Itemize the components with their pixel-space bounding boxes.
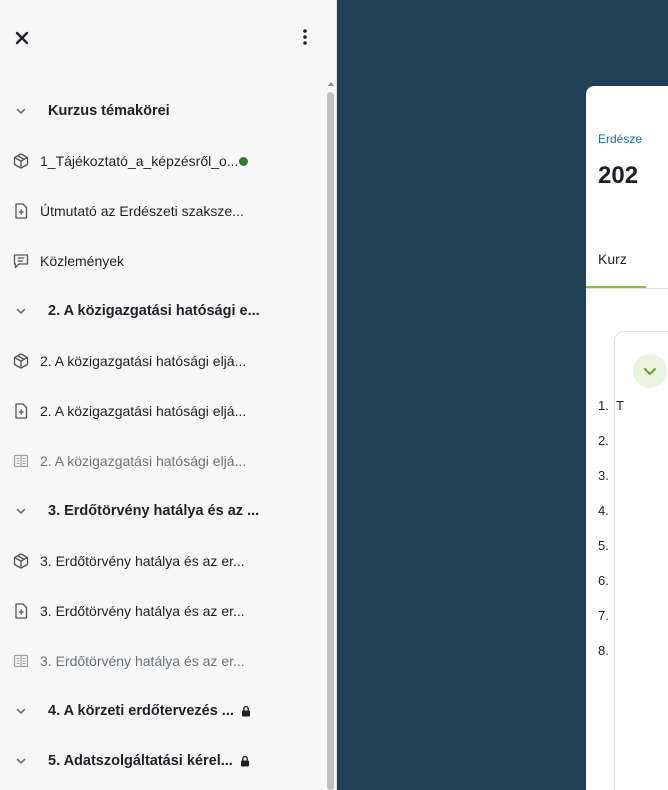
tab-divider — [586, 288, 668, 289]
completion-status-dot — [239, 156, 249, 166]
sidebar-section[interactable]: 4. A körzeti erdőtervezés ... — [0, 686, 326, 736]
section-title[interactable]: 5. Adatszolgáltatási kérel... — [48, 753, 233, 769]
course-index-drawer: Kurzus témakörei 1_Tájékoztató_a_képzésrő… — [0, 0, 337, 790]
book-icon — [11, 651, 31, 671]
tab-course[interactable]: Kurz — [598, 251, 627, 267]
kebab-menu-icon[interactable] — [299, 28, 311, 46]
activity-label[interactable]: 2. A közigazgatási hatósági eljá... — [40, 403, 246, 419]
sidebar-activity[interactable]: 3. Erdőtörvény hatálya és az er... — [0, 636, 326, 686]
chevron-down-icon[interactable] — [8, 498, 34, 524]
sidebar-section[interactable]: Kurzus témakörei — [0, 86, 326, 136]
chevron-down-icon[interactable] — [8, 98, 34, 124]
book-icon — [11, 451, 31, 471]
close-icon[interactable] — [14, 30, 30, 46]
sidebar-activity[interactable]: 2. A közigazgatási hatósági eljá... — [0, 436, 326, 486]
activity-label[interactable]: 2. A közigazgatási hatósági eljá... — [40, 353, 246, 369]
drawer-header — [0, 0, 336, 80]
sidebar-activity[interactable]: 3. Erdőtörvény hatálya és az er... — [0, 586, 326, 636]
scrollbar-thumb[interactable] — [327, 92, 334, 790]
lock-icon — [240, 755, 249, 767]
chevron-down-icon — [644, 368, 656, 375]
activity-list-number: 2. — [598, 433, 609, 448]
package-icon — [11, 151, 31, 171]
page-title: 202 — [598, 162, 639, 189]
file-icon — [11, 401, 31, 421]
activity-list-number: 7. — [598, 608, 609, 623]
section-title[interactable]: 4. A körzeti erdőtervezés ... — [48, 703, 234, 719]
chevron-down-icon[interactable] — [8, 298, 34, 324]
course-content-card: Erdésze 202 Kurz 1. T 2. 3. 4. 5. 6. 7. 8. — [586, 86, 668, 790]
sidebar-section[interactable]: 2. A közigazgatási hatósági e... — [0, 286, 326, 336]
breadcrumb-link[interactable]: Erdésze — [598, 132, 642, 146]
scroll-up-arrow-icon[interactable] — [327, 80, 335, 88]
sidebar-section[interactable]: 3. Erdőtörvény hatálya és az ... — [0, 486, 326, 536]
sidebar-activity[interactable]: 2. A közigazgatási hatósági eljá... — [0, 386, 326, 436]
activity-label[interactable]: 2. A közigazgatási hatósági eljá... — [40, 453, 246, 469]
activity-label[interactable]: 1_Tájékoztató_a_képzésről_o... — [40, 153, 238, 169]
section-title[interactable]: 3. Erdőtörvény hatálya és az ... — [48, 503, 259, 519]
activity-list-number: 5. — [598, 538, 609, 553]
main-content-area: Erdésze 202 Kurz 1. T 2. 3. 4. 5. 6. 7. 8. — [337, 0, 668, 790]
sidebar-section[interactable]: 5. Adatszolgáltatási kérel... — [0, 736, 326, 786]
activity-list-number: 8. — [598, 643, 609, 658]
forum-icon — [11, 251, 31, 271]
sidebar-activity[interactable]: 3. Erdőtörvény hatálya és az er... — [0, 536, 326, 586]
activity-list-number: 1. — [598, 398, 609, 413]
activity-list-number: 4. — [598, 503, 609, 518]
sidebar-activity[interactable]: 2. A közigazgatási hatósági eljá... — [0, 336, 326, 386]
lock-icon — [241, 705, 250, 717]
activity-list-text[interactable]: T — [616, 398, 624, 413]
file-icon — [11, 601, 31, 621]
chevron-down-icon[interactable] — [8, 748, 34, 774]
section-collapse-button[interactable] — [633, 354, 667, 388]
sidebar-activity[interactable]: Közlemények — [0, 236, 326, 286]
activity-list-number: 6. — [598, 573, 609, 588]
activity-label[interactable]: 3. Erdőtörvény hatálya és az er... — [40, 653, 245, 669]
package-icon — [11, 551, 31, 571]
activity-label[interactable]: 3. Erdőtörvény hatálya és az er... — [40, 553, 245, 569]
activity-label[interactable]: 3. Erdőtörvény hatálya és az er... — [40, 603, 245, 619]
file-icon — [11, 201, 31, 221]
section-title[interactable]: 2. A közigazgatási hatósági e... — [48, 303, 260, 319]
activity-list-number: 3. — [598, 468, 609, 483]
course-index-list: Kurzus témakörei 1_Tájékoztató_a_képzésrő… — [0, 86, 326, 786]
package-icon — [11, 351, 31, 371]
sidebar-activity[interactable]: Útmutató az Erdészeti szaksze... — [0, 186, 326, 236]
activity-label[interactable]: Közlemények — [40, 253, 124, 269]
section-title[interactable]: Kurzus témakörei — [48, 103, 170, 119]
chevron-down-icon[interactable] — [8, 698, 34, 724]
activity-label[interactable]: Útmutató az Erdészeti szaksze... — [40, 203, 244, 219]
sidebar-activity[interactable]: 1_Tájékoztató_a_képzésről_o... — [0, 136, 326, 186]
